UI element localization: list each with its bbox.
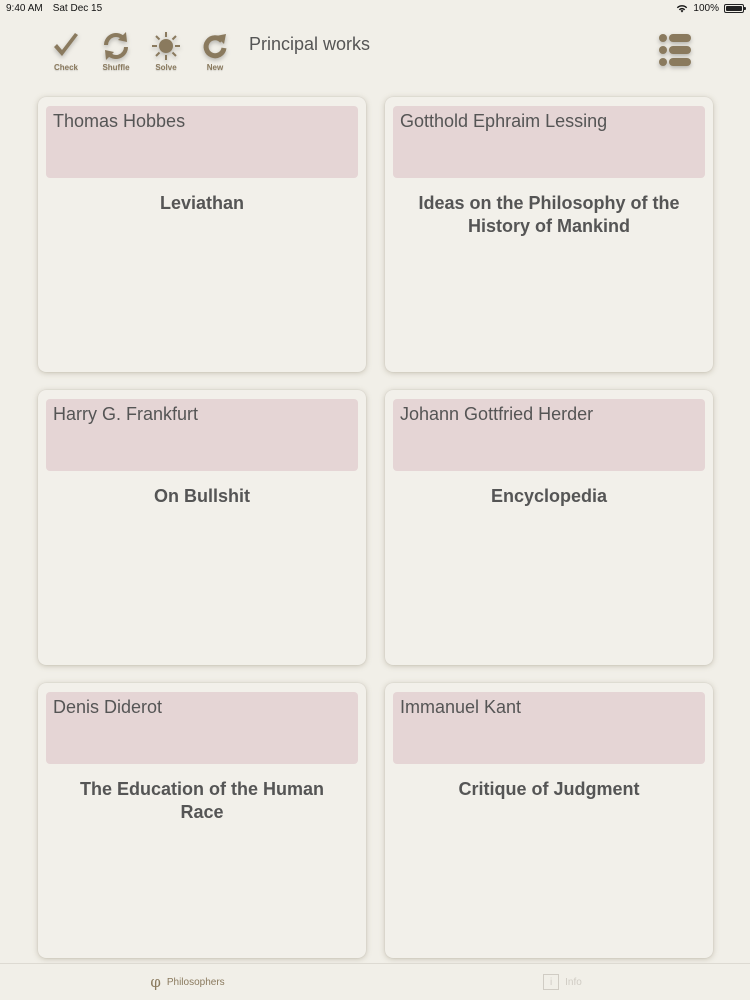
card-philosopher[interactable]: Johann Gottfried Herder <box>393 399 705 471</box>
tab-philosophers[interactable]: φ Philosophers <box>0 964 375 1000</box>
solve-label: Solve <box>155 63 177 72</box>
menu-button[interactable] <box>654 32 694 68</box>
list-icon <box>659 34 691 66</box>
status-date: Sat Dec 15 <box>52 2 103 14</box>
tab-info[interactable]: i Info <box>375 964 750 1000</box>
card[interactable]: Immanuel Kant Critique of Judgment <box>385 683 713 958</box>
card[interactable]: Thomas Hobbes Leviathan <box>38 97 366 372</box>
card-philosopher[interactable]: Harry G. Frankfurt <box>46 399 358 471</box>
tab-info-label: Info <box>565 976 582 988</box>
tab-philosophers-label: Philosophers <box>166 976 225 988</box>
card-philosopher[interactable]: Thomas Hobbes <box>46 106 358 178</box>
page-title: Principal works <box>249 34 371 54</box>
phi-icon: φ <box>150 973 161 991</box>
card-philosopher[interactable]: Denis Diderot <box>46 692 358 764</box>
card-work: Encyclopedia <box>490 486 608 506</box>
card[interactable]: Johann Gottfried Herder Encyclopedia <box>385 390 713 665</box>
card-work: Ideas on the Philosophy of the History o… <box>418 193 680 236</box>
shuffle-button[interactable]: Shuffle <box>96 30 136 80</box>
card-work: Leviathan <box>159 193 245 213</box>
toolbar: Check Shuffle Solve New Principal works <box>0 22 750 82</box>
card-work: The Education of the Human Race <box>79 779 324 822</box>
card-work: On Bullshit <box>154 486 250 506</box>
battery-percent: 100% <box>693 2 719 14</box>
card-philosopher[interactable]: Gotthold Ephraim Lessing <box>393 106 705 178</box>
solve-button[interactable]: Solve <box>146 30 186 80</box>
check-button[interactable]: Check <box>46 30 86 80</box>
refresh-icon <box>203 34 227 59</box>
shuffle-icon <box>104 32 128 60</box>
new-label: New <box>206 63 224 72</box>
wifi-icon <box>677 4 688 12</box>
card[interactable]: Harry G. Frankfurt On Bullshit <box>38 390 366 665</box>
shuffle-label: Shuffle <box>102 63 130 72</box>
card[interactable]: Denis Diderot The Education of the Human… <box>38 683 366 958</box>
sun-icon <box>152 32 180 60</box>
card-grid: Thomas Hobbes Leviathan Gotthold Ephraim… <box>38 97 714 958</box>
card-philosopher[interactable]: Immanuel Kant <box>393 692 705 764</box>
status-bar: 9:40 AM Sat Dec 15 100% <box>0 0 750 16</box>
new-button[interactable]: New <box>195 30 235 80</box>
status-time: 9:40 AM <box>6 2 43 14</box>
card-work: Critique of Judgment <box>458 779 640 799</box>
battery-icon <box>724 3 746 13</box>
card[interactable]: Gotthold Ephraim Lessing Ideas on the Ph… <box>385 97 713 372</box>
check-label: Check <box>53 63 78 72</box>
tab-bar: φ Philosophers i Info <box>0 963 750 1000</box>
checkmark-icon <box>54 33 78 56</box>
info-icon: i <box>543 974 560 990</box>
